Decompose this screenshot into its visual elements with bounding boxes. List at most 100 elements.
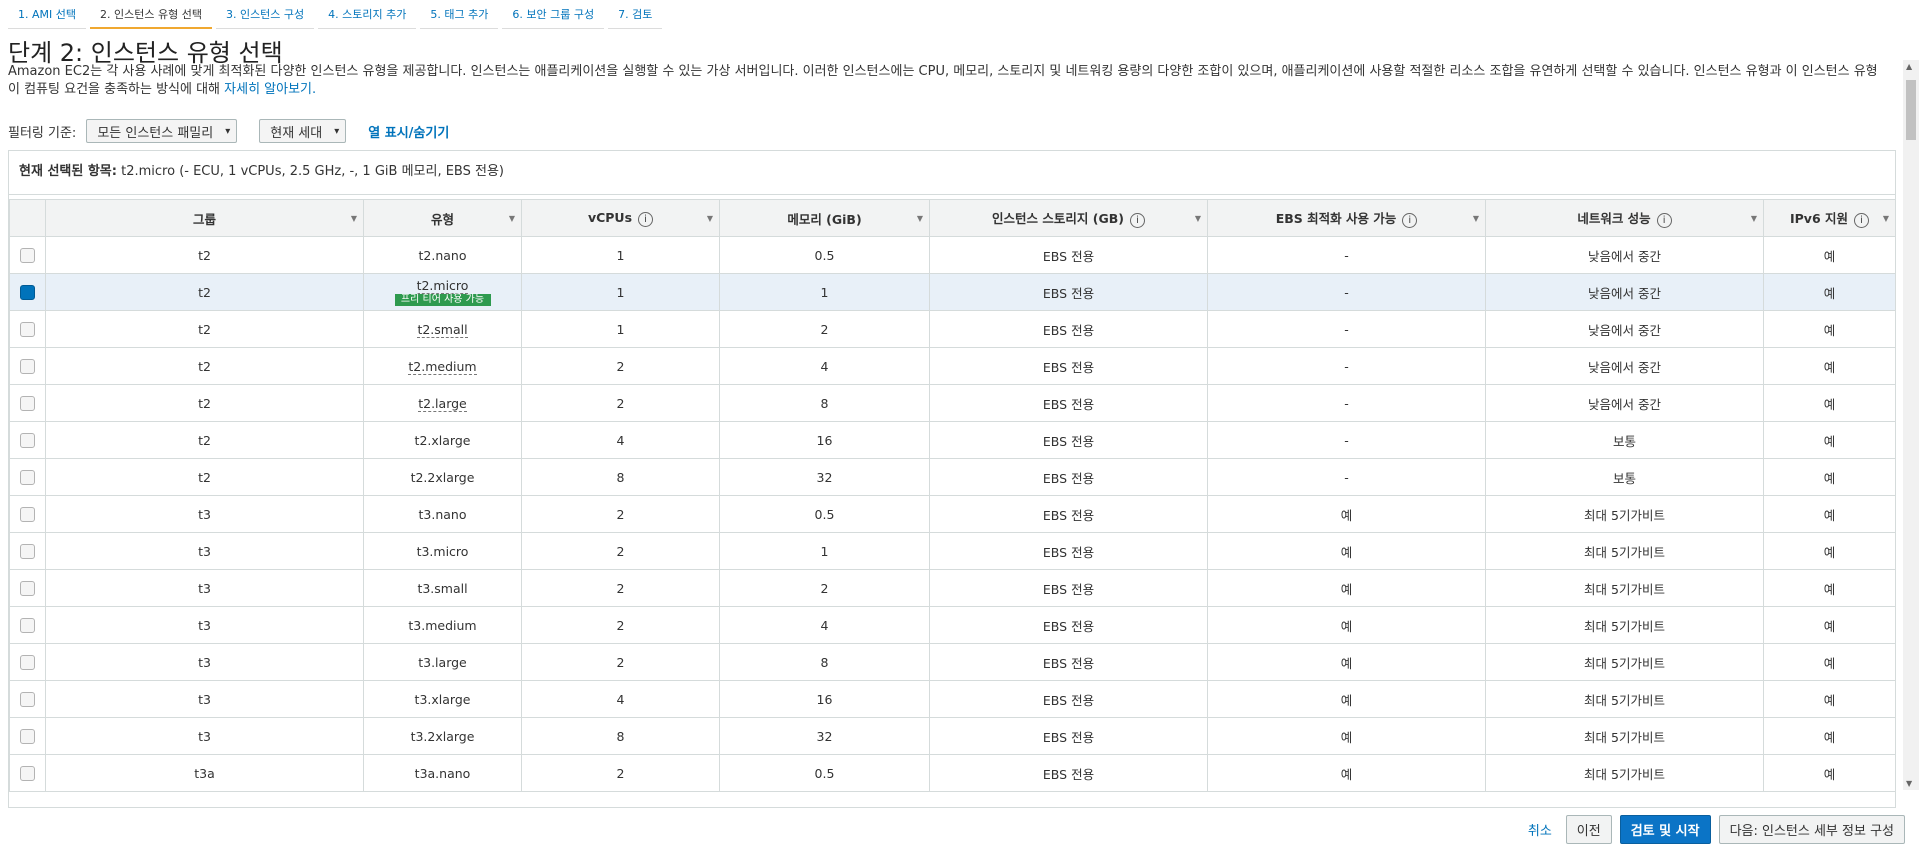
tab-security-group[interactable]: 6. 보안 그룹 구성 [502, 0, 605, 29]
row-checkbox[interactable] [20, 248, 35, 263]
column-header-vcpus[interactable]: vCPUs i ▼ [521, 199, 720, 237]
table-row[interactable]: t3 t3.micro 2 1 EBS 전용 예 최대 5기가비트 예 [9, 532, 1895, 570]
row-checkbox[interactable] [20, 396, 35, 411]
footer-actions: 취소 이전 검토 및 시작 다음: 인스턴스 세부 정보 구성 [1528, 815, 1905, 844]
ipv6-cell: 예 [1763, 680, 1895, 718]
group-cell: t3a [45, 754, 364, 792]
vcpus-cell: 8 [521, 717, 720, 755]
table-row[interactable]: t3a t3a.nano 2 0.5 EBS 전용 예 최대 5기가비트 예 [9, 754, 1895, 792]
row-checkbox[interactable] [20, 655, 35, 670]
memory-cell-text: 32 [816, 728, 833, 744]
ipv6-cell: 예 [1763, 606, 1895, 644]
row-checkbox[interactable] [20, 507, 35, 522]
table-row[interactable]: t3 t3.2xlarge 8 32 EBS 전용 예 최대 5기가비트 예 [9, 717, 1895, 755]
sort-icon[interactable]: ▼ [707, 214, 713, 223]
filter-row: 필터링 기준: 모든 인스턴스 패밀리 ▾ 현재 세대 ▾ 열 표시/숨기기 [8, 117, 449, 145]
storage-cell-text: EBS 전용 [1042, 322, 1095, 338]
info-icon[interactable]: i [1854, 213, 1869, 228]
column-header-instance-storage[interactable]: 인스턴스 스토리지 (GB) i ▼ [929, 199, 1208, 237]
cancel-link[interactable]: 취소 [1528, 820, 1552, 839]
memory-cell: 0.5 [719, 754, 930, 792]
ipv6-cell: 예 [1763, 421, 1895, 459]
network-cell: 낮음에서 중간 [1485, 236, 1764, 274]
row-checkbox[interactable] [20, 322, 35, 337]
table-row[interactable]: t2 t2.micro 프리 티어 사용 가능 1 1 EBS 전용 - 낮음에서 중간 예 [9, 273, 1895, 311]
column-header-ipv6[interactable]: IPv6 지원 i ▼ [1763, 199, 1895, 237]
sort-icon[interactable]: ▼ [1751, 214, 1757, 223]
network-cell: 최대 5기가비트 [1485, 606, 1764, 644]
memory-cell: 2 [719, 310, 930, 348]
ebs-optimized-cell-text: 예 [1340, 581, 1353, 597]
info-icon[interactable]: i [1129, 213, 1145, 228]
tab-storage[interactable]: 4. 스토리지 추가 [318, 0, 417, 29]
tab-review[interactable]: 7. 검토 [608, 0, 663, 29]
family-select[interactable]: 모든 인스턴스 패밀리 ▾ [86, 119, 238, 143]
scroll-down-icon[interactable]: ▼ [1906, 779, 1912, 788]
row-checkbox[interactable] [20, 470, 35, 485]
tab-instance-type[interactable]: 2. 인스턴스 유형 선택 [90, 0, 212, 29]
sort-icon[interactable]: ▼ [917, 214, 923, 223]
network-cell: 보통 [1485, 458, 1764, 496]
show-hide-columns-link[interactable]: 열 표시/숨기기 [368, 122, 449, 141]
info-icon[interactable]: i [1402, 213, 1418, 228]
ipv6-cell-text: 예 [1823, 285, 1836, 301]
row-select-cell [9, 532, 46, 570]
previous-button[interactable]: 이전 [1565, 815, 1612, 844]
row-checkbox[interactable] [20, 618, 35, 633]
table-row[interactable]: t3 t3.large 2 8 EBS 전용 예 최대 5기가비트 예 [9, 643, 1895, 681]
group-cell-text: t2 [198, 321, 211, 337]
group-cell: t3 [45, 495, 364, 533]
tab-instance-config[interactable]: 3. 인스턴스 구성 [215, 0, 315, 29]
row-checkbox[interactable] [20, 692, 35, 707]
row-checkbox[interactable] [20, 729, 35, 744]
scrollbar-thumb[interactable] [1906, 80, 1916, 140]
learn-more-link[interactable]: 자세히 알아보기. [224, 82, 316, 97]
ipv6-cell-text: 예 [1823, 692, 1836, 708]
column-header-network[interactable]: 네트워크 성능 i ▼ [1485, 199, 1764, 237]
review-and-launch-button[interactable]: 검토 및 시작 [1619, 815, 1711, 844]
tab-tags[interactable]: 5. 태그 추가 [420, 0, 499, 29]
ebs-optimized-cell: 예 [1207, 717, 1486, 755]
sort-icon[interactable]: ▼ [351, 214, 357, 223]
page-scrollbar[interactable]: ▲ ▼ [1903, 60, 1919, 790]
column-header-ebs-optimized[interactable]: EBS 최적화 사용 가능 i ▼ [1207, 199, 1486, 237]
column-header-group[interactable]: 그룹 ▼ [45, 199, 364, 237]
memory-cell: 8 [719, 384, 930, 422]
table-row[interactable]: t2 t2.large 2 8 EBS 전용 - 낮음에서 중간 예 [9, 384, 1895, 422]
info-icon[interactable]: i [1656, 213, 1672, 228]
sort-icon[interactable]: ▼ [1883, 214, 1889, 223]
ebs-optimized-cell-text: 예 [1340, 766, 1353, 782]
storage-cell-text: EBS 전용 [1042, 766, 1095, 782]
table-row[interactable]: t2 t2.small 1 2 EBS 전용 - 낮음에서 중간 예 [9, 310, 1895, 348]
column-header-memory[interactable]: 메모리 (GiB) ▼ [719, 199, 930, 237]
row-checkbox[interactable] [20, 285, 35, 300]
table-row[interactable]: t3 t3.medium 2 4 EBS 전용 예 최대 5기가비트 예 [9, 606, 1895, 644]
row-checkbox[interactable] [20, 359, 35, 374]
row-checkbox[interactable] [20, 581, 35, 596]
vcpus-cell-text: 2 [616, 358, 625, 374]
sort-icon[interactable]: ▼ [509, 214, 515, 223]
group-cell: t3 [45, 606, 364, 644]
sort-icon[interactable]: ▼ [1473, 214, 1479, 223]
row-checkbox[interactable] [20, 544, 35, 559]
column-header-type[interactable]: 유형 ▼ [363, 199, 522, 237]
table-row[interactable]: t2 t2.nano 1 0.5 EBS 전용 - 낮음에서 중간 예 [9, 236, 1895, 274]
group-cell: t2 [45, 347, 364, 385]
storage-cell-text: EBS 전용 [1042, 470, 1095, 486]
sort-icon[interactable]: ▼ [1195, 214, 1201, 223]
next-configure-details-button[interactable]: 다음: 인스턴스 세부 정보 구성 [1718, 815, 1905, 844]
table-row[interactable]: t2 t2.2xlarge 8 32 EBS 전용 - 보통 예 [9, 458, 1895, 496]
type-cell: t2.large [363, 384, 522, 422]
tab-ami[interactable]: 1. AMI 선택 [8, 0, 86, 29]
table-row[interactable]: t2 t2.medium 2 4 EBS 전용 - 낮음에서 중간 예 [9, 347, 1895, 385]
table-row[interactable]: t3 t3.small 2 2 EBS 전용 예 최대 5기가비트 예 [9, 569, 1895, 607]
row-checkbox[interactable] [20, 433, 35, 448]
table-row[interactable]: t3 t3.xlarge 4 16 EBS 전용 예 최대 5기가비트 예 [9, 680, 1895, 718]
row-checkbox[interactable] [20, 766, 35, 781]
generation-select[interactable]: 현재 세대 ▾ [259, 119, 347, 143]
table-row[interactable]: t2 t2.xlarge 4 16 EBS 전용 - 보통 예 [9, 421, 1895, 459]
scroll-up-icon[interactable]: ▲ [1906, 62, 1912, 71]
info-icon[interactable]: i [638, 211, 654, 227]
table-row[interactable]: t3 t3.nano 2 0.5 EBS 전용 예 최대 5기가비트 예 [9, 495, 1895, 533]
ebs-optimized-cell-text: - [1344, 358, 1349, 374]
